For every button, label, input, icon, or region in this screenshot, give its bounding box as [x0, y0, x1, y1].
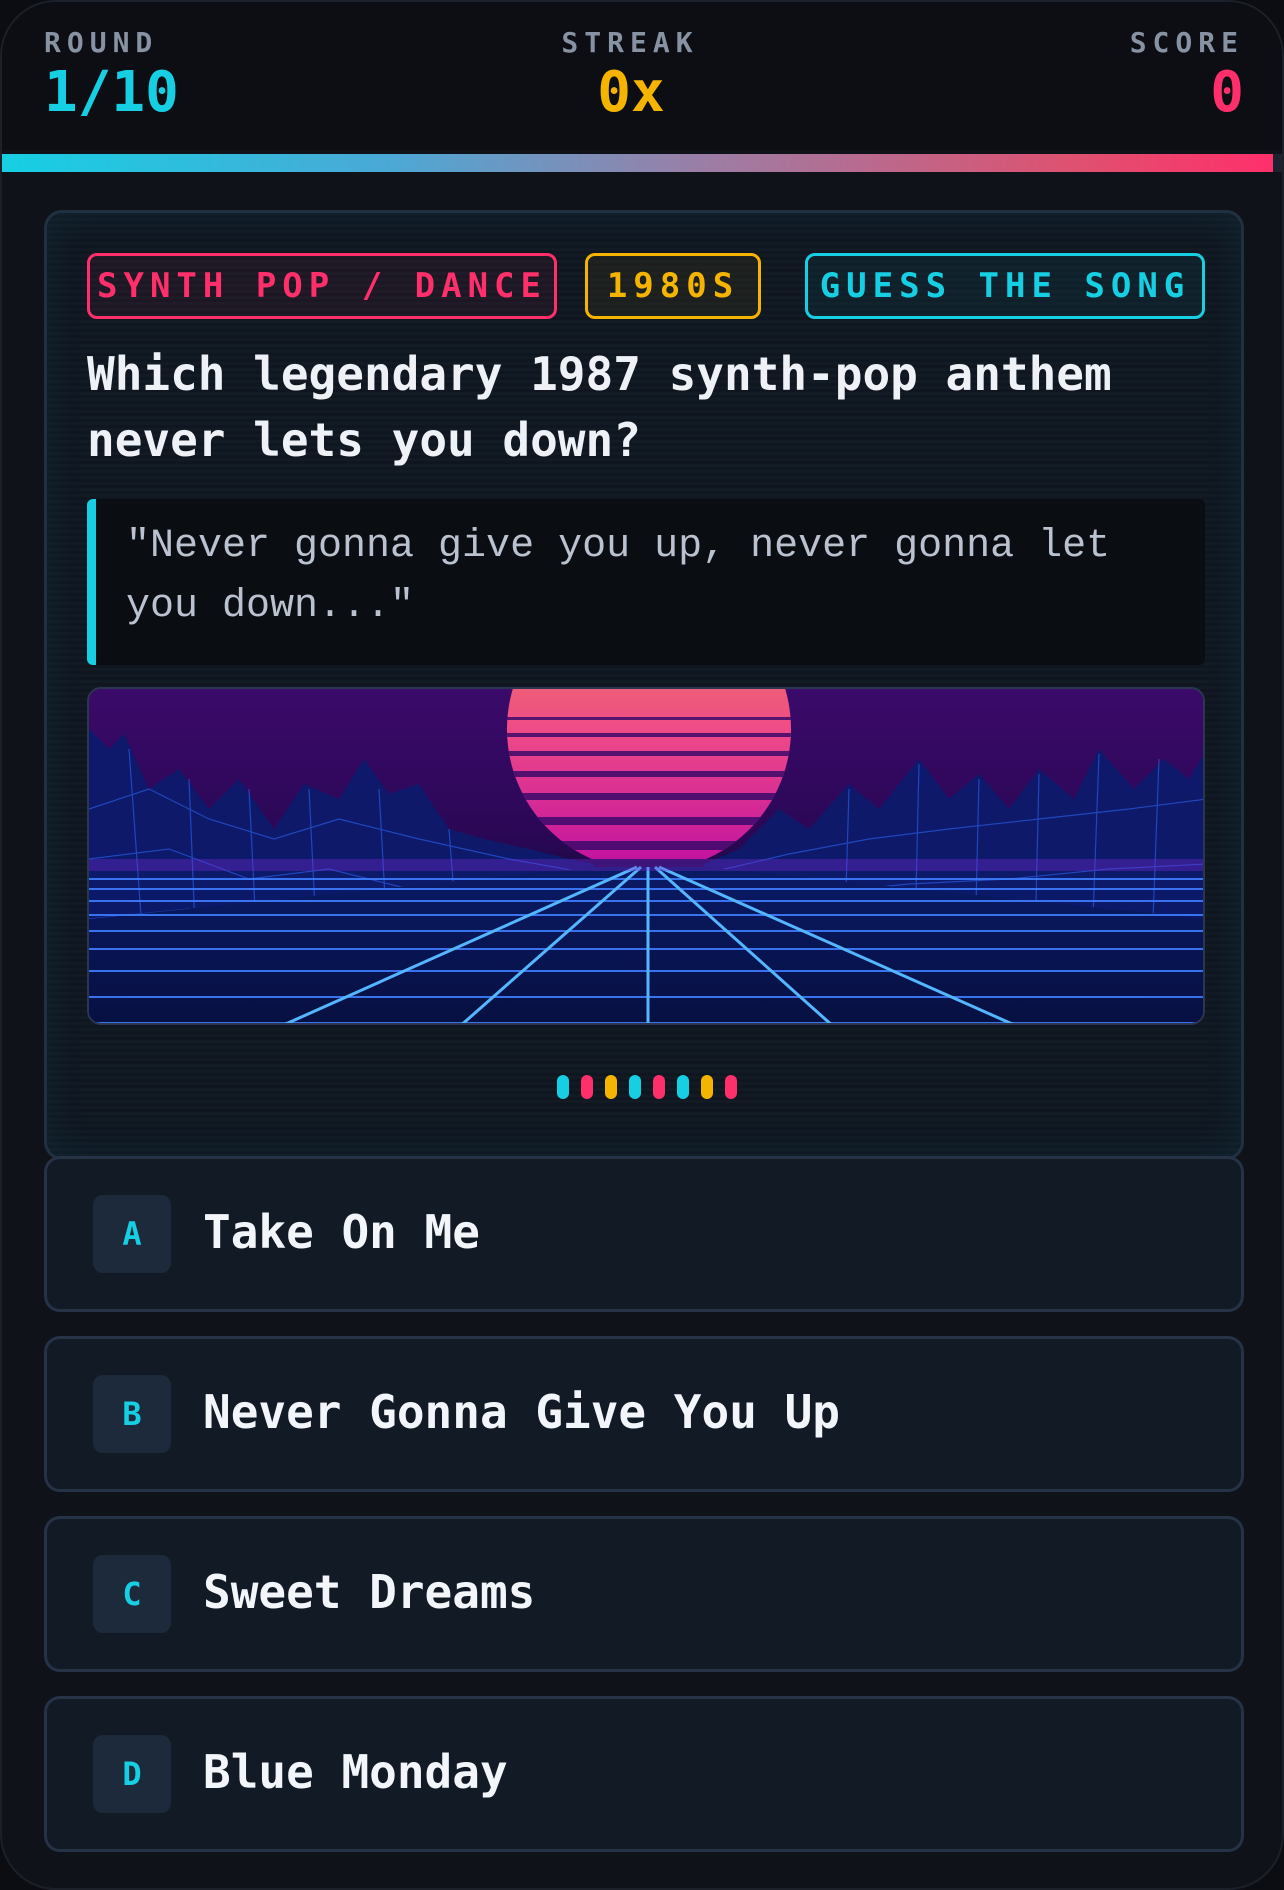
mode-tag: GUESS THE SONG	[805, 253, 1205, 319]
lyric-text: "Never gonna give you up, never gonna le…	[126, 524, 1111, 629]
equalizer-dot	[653, 1075, 665, 1099]
round-progress-bar	[2, 154, 1282, 172]
synthwave-illustration	[89, 689, 1203, 1023]
decade-tag: 1980S	[585, 253, 761, 319]
answer-option-b[interactable]: B Never Gonna Give You Up	[44, 1336, 1244, 1492]
question-card: SYNTH POP / DANCE 1980S GUESS THE SONG W…	[44, 210, 1244, 1160]
score-label: SCORE	[1129, 26, 1244, 59]
streak-label: STREAK	[561, 26, 699, 59]
equalizer-dots	[47, 1075, 1247, 1101]
answer-option-a[interactable]: A Take On Me	[44, 1156, 1244, 1312]
equalizer-dot	[605, 1075, 617, 1099]
score-value: 0	[1210, 60, 1244, 125]
answer-text-a: Take On Me	[203, 1205, 480, 1259]
answer-letter-d: D	[93, 1735, 171, 1813]
round-progress-fill	[2, 154, 1274, 172]
equalizer-dot	[725, 1075, 737, 1099]
quiz-screen: ROUND 1/10 STREAK 0x SCORE 0 SYNTH POP /…	[0, 0, 1284, 1890]
answer-letter-b: B	[93, 1375, 171, 1453]
equalizer-dot	[629, 1075, 641, 1099]
equalizer-dot	[581, 1075, 593, 1099]
equalizer-dot	[677, 1075, 689, 1099]
synthwave-image	[87, 687, 1205, 1025]
stats-header: ROUND 1/10 STREAK 0x SCORE 0	[2, 2, 1282, 150]
answer-letter-c: C	[93, 1555, 171, 1633]
streak-value: 0x	[597, 60, 665, 125]
answer-text-c: Sweet Dreams	[203, 1565, 536, 1619]
answer-letter-a: A	[93, 1195, 171, 1273]
lyric-quote: "Never gonna give you up, never gonna le…	[87, 499, 1205, 665]
answer-option-c[interactable]: C Sweet Dreams	[44, 1516, 1244, 1672]
genre-tag: SYNTH POP / DANCE	[87, 253, 557, 319]
answer-text-d: Blue Monday	[203, 1745, 508, 1799]
question-text: Which legendary 1987 synth-pop anthem ne…	[87, 347, 1112, 467]
answer-option-d[interactable]: D Blue Monday	[44, 1696, 1244, 1852]
answer-text-b: Never Gonna Give You Up	[203, 1385, 840, 1439]
equalizer-dot	[557, 1075, 569, 1099]
equalizer-dot	[701, 1075, 713, 1099]
